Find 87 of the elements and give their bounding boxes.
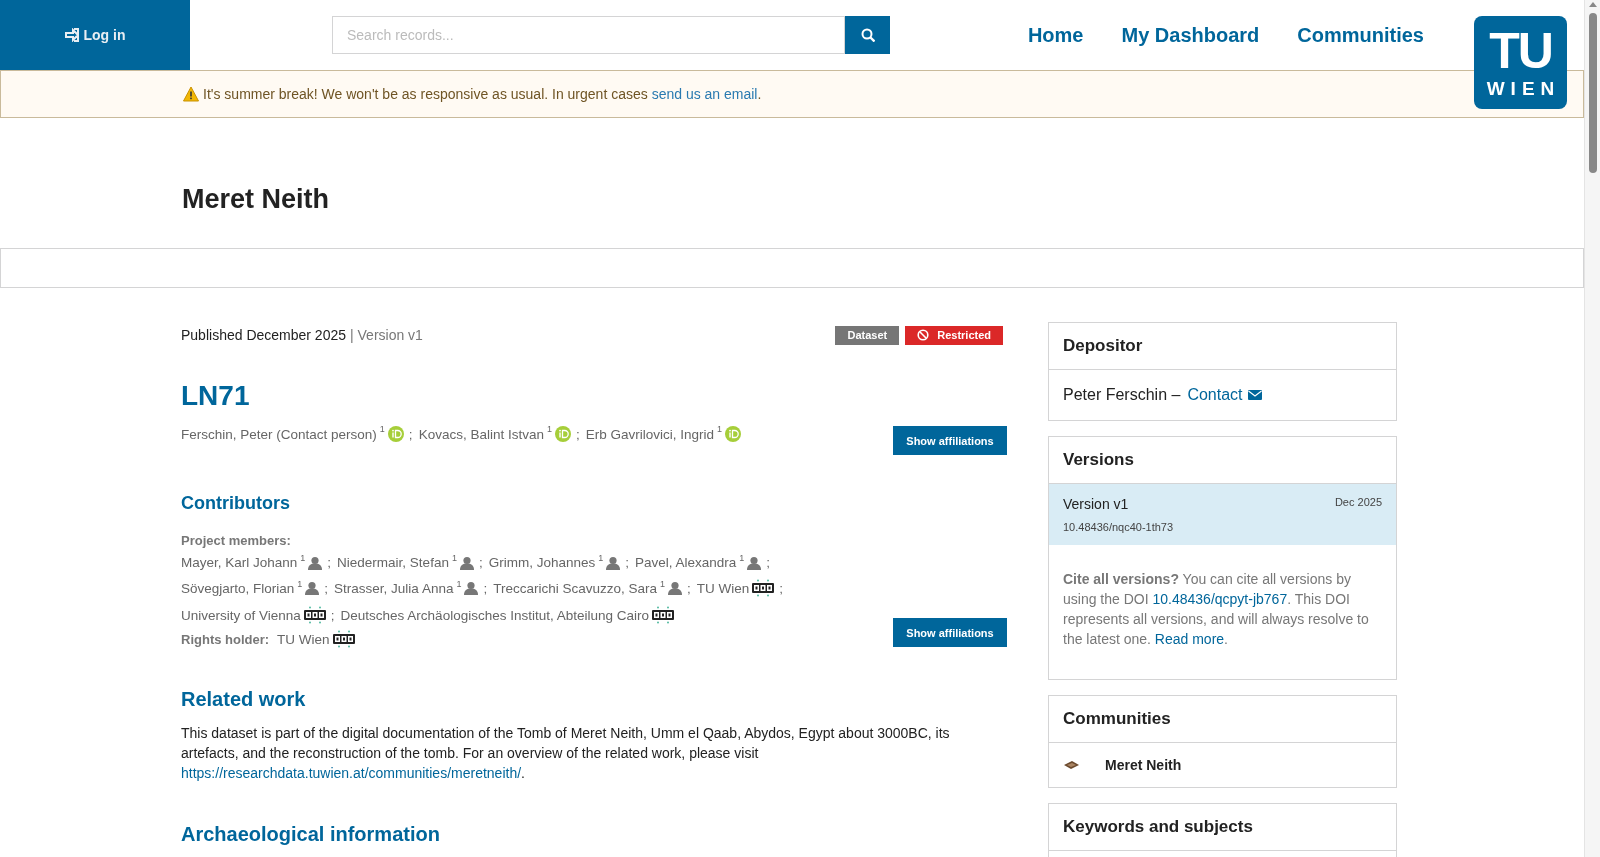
version-label: | Version v1 xyxy=(350,327,423,343)
community-icon xyxy=(1063,759,1079,771)
person-icon xyxy=(308,555,323,570)
notice-text: It's summer break! We won't be as responsive as usual. In urgent cases send us an email. xyxy=(203,86,762,102)
warning-icon xyxy=(183,86,199,102)
show-affiliations-button[interactable]: Show affiliations xyxy=(893,618,1007,647)
person-icon xyxy=(459,555,474,570)
person-name[interactable]: TU Wien xyxy=(696,580,750,596)
scrollbar-thumb[interactable] xyxy=(1588,13,1597,173)
separator: ; xyxy=(766,555,771,570)
person-name[interactable]: Deutsches Archäologisches Institut, Abteilung Cairo xyxy=(340,607,649,623)
ror-icon xyxy=(332,630,355,648)
card-title: Keywords and subjects xyxy=(1049,804,1396,851)
person-icon xyxy=(606,555,621,570)
affiliation-number: 1 xyxy=(451,553,457,563)
card-title: Depositor xyxy=(1049,323,1396,370)
page-title: Meret Neith xyxy=(181,183,331,216)
person-icon xyxy=(668,581,683,595)
person-name[interactable]: Pavel, Alexandra xyxy=(635,555,737,570)
affiliation-number: 1 xyxy=(546,424,552,434)
cite-all-versions-text: Cite all versions? You can cite all versions by using the DOI 10.48436/qcpyt-jb767. This DOI represents all versions, and will always resolve to the latest one. Read more. xyxy=(1062,570,1370,649)
record-title: LN71 xyxy=(181,380,251,412)
version-item[interactable]: Version v1 Dec 2025 10.48436/nqc40-1th73 xyxy=(1049,484,1396,545)
person-icon xyxy=(747,555,762,570)
scroll-up-icon xyxy=(1587,0,1598,9)
separator: ; xyxy=(327,555,332,570)
person-name[interactable]: University of Vienna xyxy=(181,607,301,623)
affiliation-number: 1 xyxy=(297,578,303,589)
person-name[interactable]: Ferschin, Peter (Contact person) xyxy=(181,426,377,442)
section-heading: Related work xyxy=(181,688,307,711)
field-label: Rights holder: xyxy=(181,631,270,647)
affiliation-number: 1 xyxy=(739,553,745,563)
envelope-icon xyxy=(1247,389,1262,401)
logo[interactable]: TU WIEN xyxy=(1474,16,1567,109)
publication-date: Published December 2025 xyxy=(181,327,346,343)
search-field[interactable]: Search records... xyxy=(332,16,845,54)
community-item[interactable]: Meret Neith xyxy=(1049,743,1396,787)
person-name[interactable]: Kovacs, Balint Istvan xyxy=(418,426,544,442)
login-icon xyxy=(64,28,79,42)
field-label: Project members: xyxy=(181,533,292,548)
affiliation-number: 1 xyxy=(598,553,604,563)
community-link[interactable]: https://researchdata.tuwien.at/communities/meretneith/ xyxy=(181,765,522,781)
access-badge: Restricted xyxy=(905,325,1003,345)
separator: ; xyxy=(779,580,784,596)
person-name[interactable]: Mayer, Karl Johann xyxy=(181,555,298,570)
separator: ; xyxy=(687,580,691,596)
affiliation-number: 1 xyxy=(660,578,666,589)
affiliation-number: 1 xyxy=(379,424,385,434)
nav-link[interactable]: Communities xyxy=(1297,23,1424,47)
person-name[interactable]: Strasser, Julia Anna xyxy=(334,580,454,596)
person-name[interactable]: Grimm, Johannes xyxy=(488,555,596,570)
affiliation-number: 1 xyxy=(717,424,723,434)
nav-link[interactable]: Home xyxy=(1027,23,1084,47)
person-name[interactable]: Niedermair, Stefan xyxy=(337,555,449,570)
separator: ; xyxy=(483,580,488,596)
person-icon xyxy=(305,581,320,595)
ror-icon xyxy=(652,606,674,624)
person-name[interactable]: Erb Gavrilovici, Ingrid xyxy=(585,426,714,442)
separator: ; xyxy=(625,555,629,570)
person-icon xyxy=(464,581,479,595)
affiliation-number: 1 xyxy=(456,578,462,589)
separator: ; xyxy=(330,607,335,623)
depositor-name: Peter Ferschin – xyxy=(1063,386,1181,404)
separator: ; xyxy=(478,555,483,570)
person-name[interactable]: Sövegjarto, Florian xyxy=(181,580,295,596)
card-title: Communities xyxy=(1049,696,1396,743)
resource-type-badge: Dataset xyxy=(835,325,900,345)
ban-icon xyxy=(917,329,930,341)
person-name[interactable]: TU Wien xyxy=(277,631,330,647)
doi-link[interactable]: 10.48436/qcpyt-jb767 xyxy=(1152,591,1288,607)
read-more-link[interactable]: Read more xyxy=(1154,631,1225,647)
affiliation-number: 1 xyxy=(300,553,306,563)
separator: ; xyxy=(324,580,329,596)
contact-link[interactable]: Contact xyxy=(1187,386,1262,404)
show-affiliations-button[interactable]: Show affiliations xyxy=(893,426,1007,455)
search-button[interactable] xyxy=(845,16,890,54)
login-button[interactable]: Log in xyxy=(0,0,190,70)
section-heading: Contributors xyxy=(181,493,291,514)
search-icon xyxy=(860,28,875,42)
ror-icon xyxy=(303,606,326,624)
separator: ; xyxy=(408,426,413,442)
section-heading: Archaeological information xyxy=(181,823,441,846)
person-name[interactable]: Treccarichi Scavuzzo, Sara xyxy=(493,580,657,596)
ror-icon xyxy=(752,579,775,597)
related-work-text: This dataset is part of the digital documentation of the Tomb of Meret Neith, Umm el Qaab, Abydos, Egypt about 3000BC, its artefacts, and the reconstruction of the tomb. For an overview of the related work, please visit https://researchdata.tuwien.at/communities/meretneith/. xyxy=(181,724,951,783)
nav-link[interactable]: My Dashboard xyxy=(1121,23,1260,47)
separator: ; xyxy=(575,426,580,442)
